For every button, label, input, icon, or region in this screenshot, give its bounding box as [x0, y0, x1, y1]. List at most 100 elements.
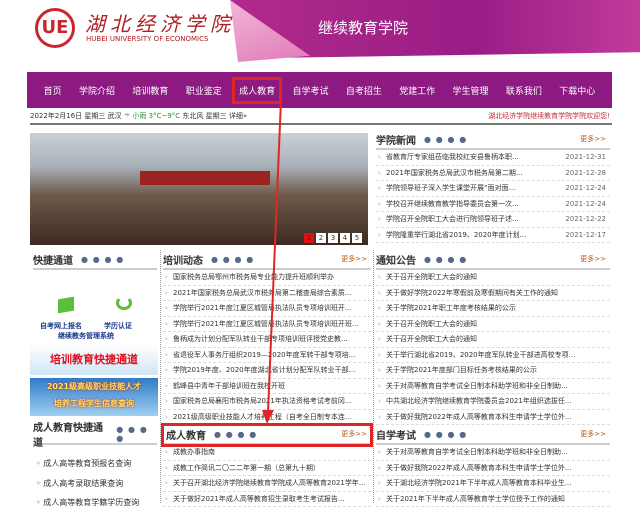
list-item[interactable]: 中共湖北经济学院继续教育学院委员会2021年组织选拔任...: [376, 394, 610, 410]
slide-page-3[interactable]: 3: [328, 233, 338, 243]
list-item[interactable]: 学院举行2021年度江夏区城管局执法队员专项培训班开班...: [163, 317, 371, 332]
list-item[interactable]: 学院隆重举行湖北省2019、2020年度计划... 2021-12-17: [376, 228, 610, 243]
list-item[interactable]: 关于对高等教育自学考试全日制本科助学班和非全日制助...: [376, 445, 610, 461]
quick-title: 快捷通道: [33, 255, 73, 267]
divider: [373, 250, 374, 503]
nav-about[interactable]: 学院介绍: [75, 80, 119, 101]
banner-line: 2021级高级职业技能人才: [46, 382, 142, 391]
degree-verify-link[interactable]: 学历认证: [104, 321, 132, 331]
slide-page-5[interactable]: 5: [352, 233, 362, 243]
list-item[interactable]: 学院举行2021年度江夏区城管局执法队员专项培训班开...: [163, 301, 371, 317]
list-item[interactable]: 鲁柄成为计划分配军队转业干部专项培训班评授党史教...: [163, 332, 371, 348]
education-system-link[interactable]: 继续教务管理系统: [58, 331, 114, 341]
list-item[interactable]: 关于做好我院2022年成人高等教育本科生申请学士学位外...: [376, 461, 610, 476]
item-title: 关于召开全院职工大会的通知: [386, 319, 477, 328]
training-section: 培训动态 ● ● ● ● 更多>> 国家税务总局鄂州市税务局专业能力提升班顺利举办 2…: [163, 250, 371, 425]
slide-page-1[interactable]: 1: [304, 233, 314, 243]
list-item[interactable]: 关于召开全院职工大会的通知: [376, 332, 610, 348]
item-date: 2021-12-22: [565, 215, 606, 223]
item-title: 学校召开继续教育教学指导委员会第一次...: [386, 199, 519, 208]
self-exam-register-link[interactable]: 自考网上报名: [40, 321, 82, 331]
item-date: 2021-12-17: [565, 230, 606, 239]
nav-self-study[interactable]: 自学考试: [288, 80, 332, 101]
list-item[interactable]: 鹤峰县中青年干部培训班在我校开班: [163, 379, 371, 394]
nav-party[interactable]: 党建工作: [395, 80, 439, 101]
slideshow[interactable]: 1 2 3 4 5: [30, 133, 368, 245]
list-item[interactable]: 2021年国家税务总局武汉市税务局第二稽查局综合素质...: [163, 286, 371, 301]
item-title: 关于学院2021年度部门目标任务考核结果的公示: [386, 366, 537, 374]
divider: [160, 250, 161, 503]
item-date: 2021-12-24: [565, 199, 606, 208]
training-more-link[interactable]: 更多>>: [341, 254, 367, 264]
item-title: 关于湖北经济学院2021年下半年成人高等教育本科毕业生...: [386, 479, 572, 487]
selfstudy-more-link[interactable]: 更多>>: [580, 429, 606, 439]
item-title: 学院举行2021年度江夏区城管局执法队员专项培训班开班...: [173, 319, 359, 328]
adult-prereg-link[interactable]: ◦ 成人高等教育预报名查询: [36, 458, 131, 469]
adult-more-link[interactable]: 更多>>: [341, 429, 367, 439]
list-item[interactable]: 关于做好我院2022年成人高等教育本科生申请学士学位外...: [376, 410, 610, 425]
item-title: 国家税务总局襄阳市税务局2021年执法资格考试考前冈...: [173, 397, 352, 405]
list-item[interactable]: 国家税务总局襄阳市税务局2021年执法资格考试考前冈...: [163, 394, 371, 410]
item-title: 关于对高等教育自学考试全日制本科助学班和非全日制助...: [386, 381, 568, 390]
selfstudy-section: 自学考试 ● ● ● ● 更多>> 关于对高等教育自学考试全日制本科助学班和非全日制…: [376, 425, 610, 507]
news-more-link[interactable]: 更多>>: [580, 134, 606, 144]
notice-more-link[interactable]: 更多>>: [580, 254, 606, 264]
list-item[interactable]: 省教育厅专家组莅临我校红安县鲁柄本职... 2021-12-31: [376, 150, 610, 166]
list-item[interactable]: 关于2021年下半年成人高等教育学士学位授予工作的通知: [376, 492, 610, 507]
nav-students[interactable]: 学生管理: [449, 80, 493, 101]
slide-page-2[interactable]: 2: [316, 233, 326, 243]
selfstudy-title: 自学考试: [376, 430, 416, 442]
university-logo[interactable]: UE: [35, 8, 75, 48]
nav-home[interactable]: 首页: [40, 80, 66, 101]
list-item[interactable]: 关于做好学院2022年寒假前及寒假期间有关工作的通知: [376, 286, 610, 301]
list-item[interactable]: 关于举行湖北省2019、2020年度军队转业干部进高校专项...: [376, 348, 610, 363]
item-title: 关于对高等教育自学考试全日制本科助学班和非全日制助...: [386, 448, 568, 456]
list-item[interactable]: 关于召开湖北经济学院继续教育学院成人高等教育2021学年...: [163, 476, 371, 492]
list-item[interactable]: 关于对高等教育自学考试全日制本科助学班和非全日制助...: [376, 379, 610, 394]
list-item[interactable]: 学院2019年度、2020年度湖北省计划分配军队转业干部...: [163, 363, 371, 379]
list-item[interactable]: 学院召开全院职工大会进行院领导班子述... 2021-12-22: [376, 212, 610, 228]
list-item[interactable]: 关于召开全院职工大会的通知: [376, 270, 610, 286]
nav-downloads[interactable]: 下载中心: [555, 80, 599, 101]
training-quick-banner[interactable]: 培训教育快捷通道: [30, 345, 158, 375]
list-item[interactable]: 2021年国家税务总局武汉市税务局第二期... 2021-12-28: [376, 166, 610, 181]
slide-page-4[interactable]: 4: [340, 233, 350, 243]
list-item[interactable]: 学院领导班子深入学生课堂开展“面对面... 2021-12-24: [376, 181, 610, 197]
item-title: 关于做好学院2022年寒假前及寒假期间有关工作的通知: [386, 288, 558, 297]
university-name-cn: 湖北经济学院: [85, 12, 235, 36]
nav-vocational[interactable]: 职业鉴定: [182, 80, 226, 101]
nav-contact[interactable]: 联系我们: [502, 80, 546, 101]
list-item[interactable]: 省退役军人事务厅组织2019—2020年度军转干部专项培...: [163, 348, 371, 363]
weather-icon: ☂: [123, 112, 131, 120]
list-item[interactable]: 学校召开继续教育教学指导委员会第一次... 2021-12-24: [376, 197, 610, 212]
item-title: 关于做好我院2022年成人高等教育本科生申请学士学位外...: [386, 412, 572, 421]
list-item[interactable]: 关于学院2021年职工年度考核结果的公示: [376, 301, 610, 317]
list-item[interactable]: 关于湖北经济学院2021年下半年成人高等教育本科毕业生...: [376, 476, 610, 492]
adult-title: 成人教育: [166, 430, 206, 442]
weather-detail-link[interactable]: 详细»: [229, 112, 247, 120]
nav-adult-education[interactable]: 成人教育: [232, 76, 283, 104]
list-item[interactable]: 国家税务总局鄂州市税务局专业能力提升班顺利举办: [163, 270, 371, 286]
nav-training[interactable]: 培训教育: [128, 80, 172, 101]
item-title: 学院召开全院职工大会进行院领导班子述...: [386, 215, 519, 223]
wind: 东北风 星期三: [182, 112, 227, 120]
adult-admission-link[interactable]: ◦ 成人高考录取结果查询: [36, 478, 123, 489]
dots-decoration: ● ● ● ●: [211, 254, 255, 264]
skills-query-banner[interactable]: 2021级高级职业技能人才 培养工程学生信息查询: [30, 378, 158, 416]
header: UE 湖北经济学院 HUBEI UNIVERSITY OF ECONOMICS …: [0, 0, 640, 62]
adult-quick-title: 成人教育快捷通道: [33, 423, 103, 449]
item-title: 中共湖北经济学院继续教育学院委员会2021年组织选拔任...: [386, 397, 572, 405]
nav-enrollment[interactable]: 自考招生: [342, 80, 386, 101]
item-title: 学院领导班子深入学生课堂开展“面对面...: [386, 184, 516, 192]
welcome-marquee: 湖北经济学院继续教育学院学院欢迎您!: [488, 112, 610, 120]
list-item[interactable]: 2021级高级职业技能人才培养工程（自考全日制专本连...: [163, 410, 371, 425]
list-item[interactable]: 成教办事指南: [163, 445, 371, 461]
banner-line: 培养工程学生信息查询: [54, 399, 134, 408]
item-title: 关于召开全院职工大会的通知: [386, 335, 477, 343]
item-title: 关于召开湖北经济学院继续教育学院成人高等教育2021学年...: [173, 479, 366, 487]
list-item[interactable]: 关于召开全院职工大会的通知: [376, 317, 610, 332]
list-item[interactable]: 关于做好2021年成人高等教育招生录取考生考试报告...: [163, 492, 371, 507]
list-item[interactable]: 成教工作简讯二〇二二年第一期（总第九十期）: [163, 461, 371, 476]
list-item[interactable]: 关于学院2021年度部门目标任务考核结果的公示: [376, 363, 610, 379]
adult-quick-section: 成人教育快捷通道 ● ● ● ●: [33, 423, 157, 449]
